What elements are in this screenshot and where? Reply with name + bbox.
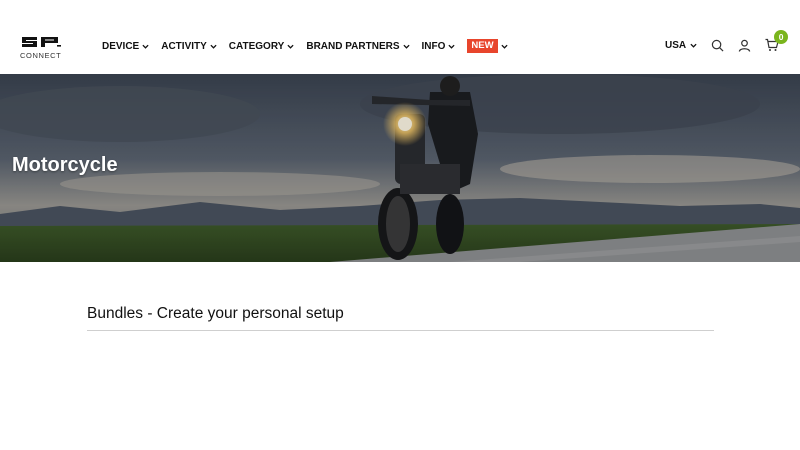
nav-item-info[interactable]: INFO bbox=[422, 41, 456, 52]
section-divider bbox=[87, 330, 714, 331]
nav-item-device[interactable]: DEVICE bbox=[102, 41, 149, 52]
chevron-down-icon bbox=[402, 44, 410, 49]
nav-item-new[interactable]: NEW bbox=[467, 39, 508, 53]
chevron-down-icon bbox=[448, 44, 455, 49]
hero-banner: Motorcycle bbox=[0, 74, 800, 262]
chevron-down-icon bbox=[142, 44, 149, 49]
nav-item-label: CATEGORY bbox=[228, 40, 285, 52]
new-badge: NEW bbox=[467, 39, 498, 53]
nav-item-brand-partners[interactable]: BRAND PARTNERS bbox=[306, 40, 410, 52]
nav-item-label: ACTIVITY bbox=[161, 40, 207, 52]
chevron-down-icon bbox=[287, 44, 294, 49]
cart-button[interactable]: 0 bbox=[765, 30, 789, 52]
hero-title: Motorcycle bbox=[12, 154, 118, 176]
chevron-down-icon bbox=[690, 43, 697, 48]
account-icon[interactable] bbox=[738, 39, 751, 52]
country-label: USA bbox=[665, 39, 687, 51]
main-nav: DEVICE ACTIVITY CATEGORY BRAND PARTNERS … bbox=[102, 38, 508, 54]
country-selector[interactable]: USA bbox=[665, 40, 697, 51]
chevron-down-icon bbox=[210, 44, 217, 49]
chevron-down-icon bbox=[500, 44, 508, 49]
motorcycle-hero-image bbox=[0, 74, 800, 262]
logo-text: CONNECT bbox=[20, 51, 62, 60]
nav-item-label: BRAND PARTNERS bbox=[306, 40, 400, 52]
nav-item-label: DEVICE bbox=[102, 40, 140, 52]
nav-item-activity[interactable]: ACTIVITY bbox=[161, 41, 217, 52]
site-header: CONNECT DEVICE ACTIVITY CATEGORY BRAND P… bbox=[0, 0, 800, 74]
header-tools: USA 0 bbox=[665, 30, 789, 56]
section-title: Bundles - Create your personal setup bbox=[87, 305, 344, 322]
sp-connect-logo[interactable]: CONNECT bbox=[20, 35, 64, 61]
cart-count-badge: 0 bbox=[774, 30, 789, 44]
sp-logo-mark bbox=[22, 37, 61, 47]
nav-item-category[interactable]: CATEGORY bbox=[229, 41, 295, 52]
nav-item-label: INFO bbox=[421, 40, 446, 52]
search-icon[interactable] bbox=[711, 39, 724, 52]
